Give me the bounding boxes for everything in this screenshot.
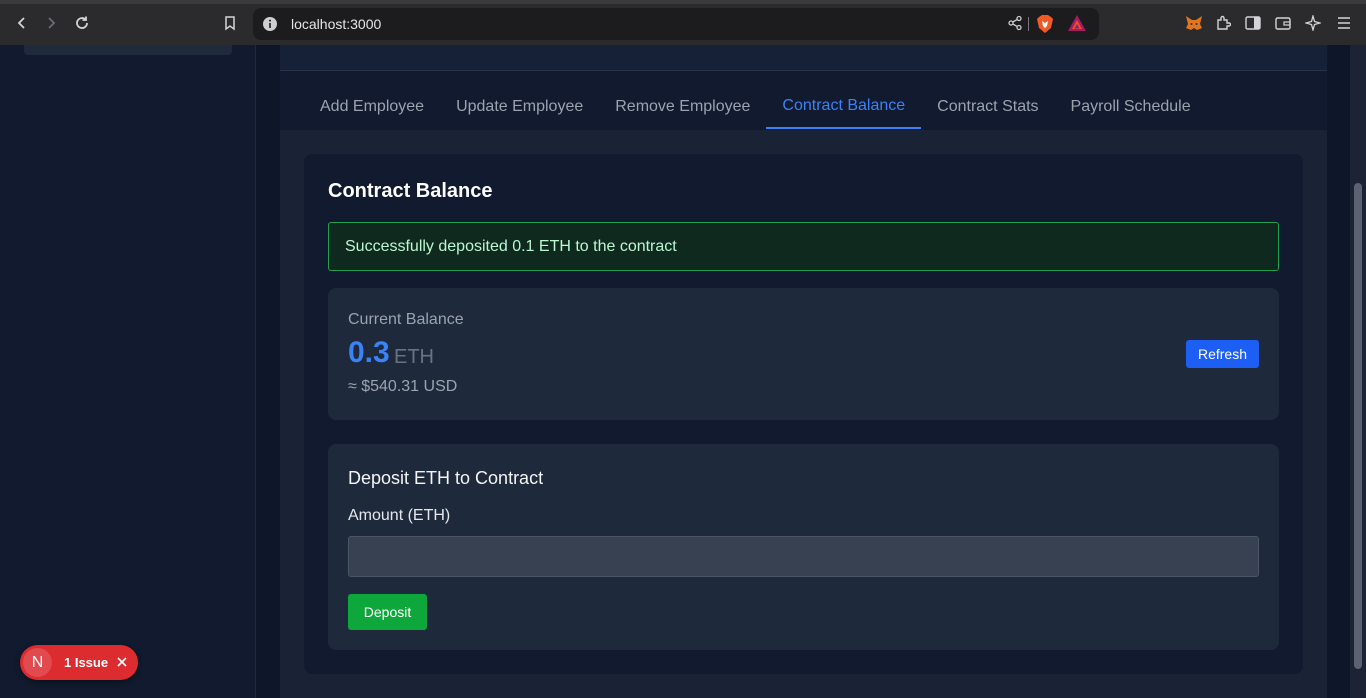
issues-badge[interactable]: N 1 Issue	[20, 645, 138, 680]
deposit-title: Deposit ETH to Contract	[348, 468, 544, 488]
alert-message: Successfully deposited 0.1 ETH to the co…	[345, 238, 677, 255]
balance-value: 0.3	[348, 336, 390, 369]
tab-add-employee[interactable]: Add Employee	[304, 85, 440, 129]
deposit-panel: Deposit ETH to Contract Amount (ETH) Dep…	[328, 444, 1279, 650]
wallet-icon[interactable]	[1268, 8, 1298, 38]
amount-label: Amount (ETH)	[348, 507, 451, 524]
extensions-icon[interactable]	[1208, 8, 1238, 38]
browser-toolbar: localhost:3000	[0, 0, 1366, 45]
card-title: Contract Balance	[328, 180, 493, 202]
back-icon[interactable]	[7, 8, 37, 38]
content-area: Contract Balance Successfully deposited …	[280, 130, 1327, 698]
header-strip	[280, 45, 1327, 71]
reload-icon[interactable]	[67, 8, 97, 38]
scrollbar-thumb[interactable]	[1354, 183, 1362, 669]
menu-icon[interactable]	[1329, 8, 1359, 38]
scrollbar[interactable]	[1350, 45, 1366, 698]
sidebar	[0, 45, 256, 698]
balance-panel: Current Balance 0.3 ETH ≈ $540.31 USD Re…	[328, 288, 1279, 420]
balance-label: Current Balance	[348, 311, 464, 328]
rewards-icon[interactable]	[1067, 14, 1087, 32]
sidebar-toggle-icon[interactable]	[1238, 8, 1268, 38]
tab-contract-balance[interactable]: Contract Balance	[766, 85, 922, 129]
main-panel: Add Employee Update Employee Remove Empl…	[280, 45, 1327, 698]
site-info-icon[interactable]	[261, 15, 279, 33]
issues-count[interactable]: 1 Issue	[64, 655, 108, 670]
metamask-icon[interactable]	[1179, 8, 1209, 38]
amount-input[interactable]	[348, 536, 1259, 577]
nextjs-logo-icon: N	[23, 648, 52, 677]
url-text: localhost:3000	[291, 16, 382, 32]
tab-update-employee[interactable]: Update Employee	[440, 85, 599, 129]
address-bar[interactable]: localhost:3000	[253, 8, 1099, 40]
deposit-button[interactable]: Deposit	[348, 594, 427, 630]
share-icon[interactable]	[1007, 15, 1023, 31]
sidebar-item[interactable]	[24, 45, 232, 55]
balance-usd: ≈ $540.31 USD	[348, 378, 458, 395]
forward-icon[interactable]	[36, 8, 66, 38]
balance-unit: ETH	[394, 346, 434, 368]
tab-remove-employee[interactable]: Remove Employee	[599, 85, 766, 129]
bookmark-icon[interactable]	[215, 8, 245, 38]
tab-payroll-schedule[interactable]: Payroll Schedule	[1055, 85, 1207, 129]
success-alert: Successfully deposited 0.1 ETH to the co…	[328, 222, 1279, 271]
contract-balance-card: Contract Balance Successfully deposited …	[304, 154, 1303, 674]
refresh-button[interactable]: Refresh	[1186, 340, 1259, 368]
divider	[1028, 17, 1029, 31]
close-icon[interactable]	[114, 654, 130, 670]
brave-shield-icon[interactable]	[1036, 14, 1054, 34]
tab-contract-stats[interactable]: Contract Stats	[921, 85, 1054, 129]
leo-ai-icon[interactable]	[1298, 8, 1328, 38]
tab-bar: Add Employee Update Employee Remove Empl…	[304, 85, 1291, 131]
